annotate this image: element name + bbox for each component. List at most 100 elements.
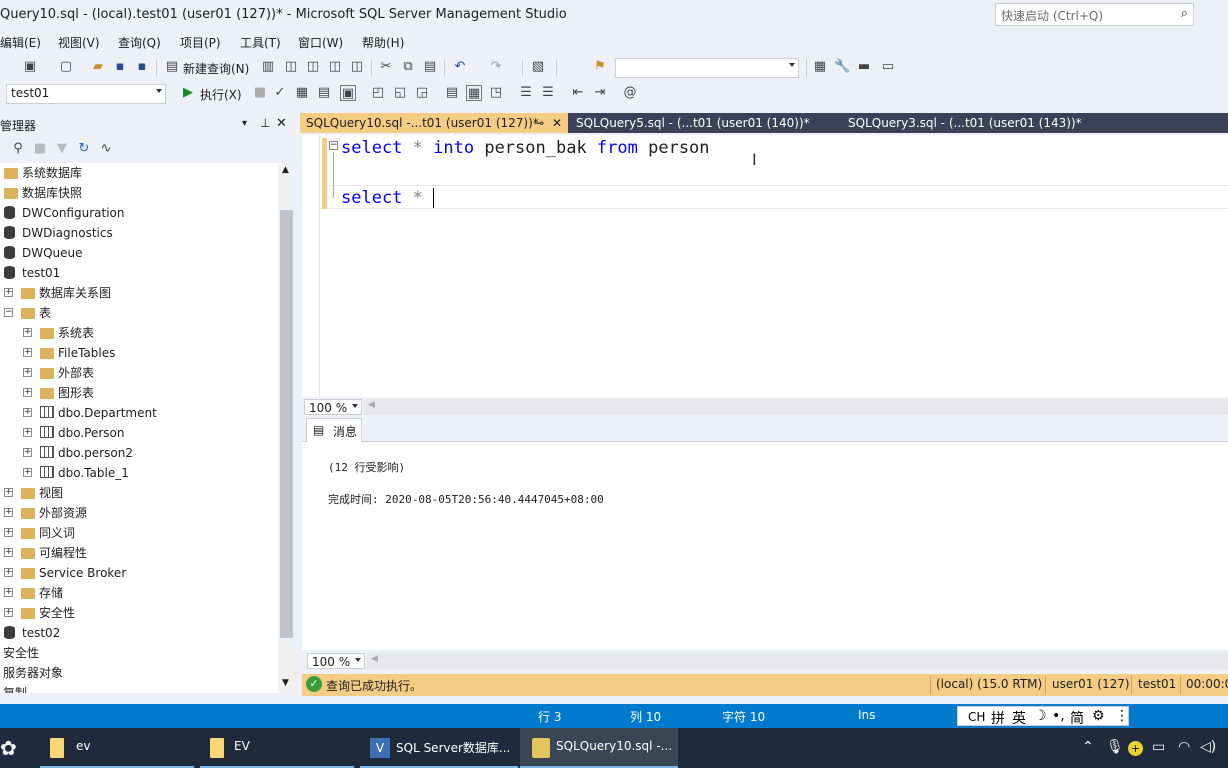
results-zoom-select[interactable]: 100 %	[307, 653, 365, 669]
query-designer-icon[interactable]: ▤	[316, 85, 332, 101]
live-stats-icon[interactable]: ◱	[392, 85, 408, 101]
dropdown-icon[interactable]: ▾	[242, 118, 247, 129]
editor-zoom-select[interactable]: 100 %	[304, 399, 362, 415]
activity-icon[interactable]: ∿	[98, 141, 114, 157]
results-text-icon[interactable]: ▤	[444, 85, 460, 101]
comment-icon[interactable]: ☰	[518, 85, 534, 101]
new-query-icon[interactable]: ▤	[164, 59, 180, 75]
expand-icon[interactable]: +	[4, 608, 13, 617]
filter-icon[interactable]: ▼	[54, 141, 70, 157]
find-combo[interactable]	[615, 58, 799, 78]
quick-launch-input[interactable]: 快速启动 (Ctrl+Q) ⌕	[995, 3, 1194, 26]
include-plan-icon[interactable]: ◰	[370, 85, 386, 101]
ime-pinyin[interactable]: 拼	[991, 708, 1005, 728]
ime-moon-icon[interactable]: ☽	[1034, 708, 1047, 724]
execute-icon[interactable]: ▶	[180, 85, 196, 101]
pin-icon[interactable]: ⊸	[534, 113, 544, 133]
parse-icon[interactable]: ✓	[272, 85, 288, 101]
specify-values-icon[interactable]: @	[622, 85, 638, 101]
ime-more[interactable]: ⋮	[1115, 708, 1129, 724]
editor-horizontal-scrollbar[interactable]: ◀	[364, 399, 1228, 415]
toolbox-icon[interactable]: ▬	[856, 59, 872, 75]
intellisense-icon[interactable]: ▣	[340, 85, 356, 101]
menu-edit[interactable]: 编辑(E)	[0, 34, 41, 51]
expand-icon[interactable]: +	[4, 288, 13, 297]
expand-icon[interactable]: +	[4, 548, 13, 557]
expand-icon[interactable]: +	[23, 408, 32, 417]
expand-icon[interactable]: +	[4, 528, 13, 537]
taskbar-item-ssms[interactable]: SQLQuery10.sql -...	[520, 728, 678, 768]
dmx-query-icon[interactable]: ◫	[305, 59, 321, 75]
console-icon[interactable]: ▭	[880, 59, 896, 75]
taskbar-item-ev[interactable]: ev	[40, 728, 194, 768]
menu-query[interactable]: 查询(Q)	[118, 34, 161, 51]
start-icon[interactable]: ✿	[0, 736, 17, 760]
taskbar-item-sqlserver[interactable]: V SQL Server数据库...	[360, 728, 518, 768]
wifi-icon[interactable]: ◠	[1178, 739, 1190, 755]
ime-ch[interactable]: CH	[968, 710, 985, 724]
tab-messages[interactable]: ▤ 消息	[306, 418, 362, 442]
ime-english[interactable]: 英	[1012, 708, 1026, 728]
pin-icon[interactable]: ⊥	[260, 116, 270, 130]
open-file-icon[interactable]: ▰	[90, 59, 106, 75]
expand-icon[interactable]: +	[4, 508, 13, 517]
indent-icon[interactable]: ⇥	[592, 85, 608, 101]
mdx-query-icon[interactable]: ◫	[283, 59, 299, 75]
expand-icon[interactable]: +	[23, 368, 32, 377]
paste-icon[interactable]: ▤	[422, 59, 438, 75]
taskbar-item-EV[interactable]: EV	[200, 728, 354, 768]
expand-icon[interactable]: +	[4, 588, 13, 597]
new-project-icon[interactable]: ▣	[22, 59, 38, 75]
battery-icon[interactable]: ▭	[1152, 739, 1165, 755]
scroll-thumb[interactable]	[280, 210, 293, 638]
refresh-icon[interactable]: ↻	[76, 141, 92, 157]
redo-icon[interactable]: ↷	[488, 59, 504, 75]
results-file-icon[interactable]: ◳	[488, 85, 504, 101]
activity-monitor-icon[interactable]: ▧	[530, 59, 546, 75]
microphone-icon[interactable]: 🎙	[1106, 739, 1124, 755]
tab-sqlquery10[interactable]: SQLQuery10.sql -...t01 (user01 (127))* ⊸…	[300, 113, 568, 133]
cut-icon[interactable]: ✂	[378, 59, 394, 75]
menu-project[interactable]: 项目(P)	[180, 34, 221, 51]
expand-icon[interactable]: +	[4, 488, 13, 497]
display-plan-icon[interactable]: ▦	[294, 85, 310, 101]
new-query-button[interactable]: 新建查询(N)	[183, 60, 249, 77]
plus-icon[interactable]: +	[1128, 741, 1143, 756]
xmla-query-icon[interactable]: ◫	[327, 59, 343, 75]
outdent-icon[interactable]: ⇤	[570, 85, 586, 101]
collapse-icon[interactable]: −	[4, 308, 13, 317]
expand-icon[interactable]: +	[23, 328, 32, 337]
menu-window[interactable]: 窗口(W)	[298, 34, 343, 51]
properties-icon[interactable]: 🔧	[834, 59, 850, 75]
expand-icon[interactable]: +	[23, 388, 32, 397]
object-explorer-scrollbar[interactable]: ▲ ▼	[278, 163, 295, 693]
sql-editor[interactable]	[302, 135, 1228, 397]
menu-help[interactable]: 帮助(H)	[362, 34, 404, 51]
collapse-icon[interactable]: −	[329, 141, 338, 150]
dax-query-icon[interactable]: ◫	[349, 59, 365, 75]
connect-icon[interactable]: ⚲	[10, 141, 26, 157]
scroll-down-icon[interactable]: ▼	[282, 678, 289, 688]
results-horizontal-scrollbar[interactable]: ◀	[367, 653, 1228, 669]
expand-icon[interactable]: +	[4, 568, 13, 577]
save-icon[interactable]: ▪	[112, 59, 128, 75]
expand-icon[interactable]: +	[23, 428, 32, 437]
add-item-icon[interactable]: ▢	[58, 59, 74, 75]
ime-simplified[interactable]: 简	[1070, 708, 1084, 728]
undo-icon[interactable]: ↶	[452, 59, 468, 75]
scroll-left-icon[interactable]: ◀	[371, 654, 378, 664]
close-icon[interactable]: ✕	[276, 116, 287, 131]
database-select[interactable]: test01	[6, 84, 166, 104]
solution-explorer-icon[interactable]: ▦	[812, 59, 828, 75]
copy-icon[interactable]: ⧉	[400, 59, 416, 75]
close-icon[interactable]: ✕	[552, 113, 562, 133]
scroll-left-icon[interactable]: ◀	[368, 400, 375, 410]
stop-icon[interactable]: ■	[32, 141, 48, 157]
gear-icon[interactable]: ⚙	[1092, 708, 1105, 724]
ime-punct[interactable]: •,	[1052, 708, 1065, 724]
client-stats-icon[interactable]: ◲	[414, 85, 430, 101]
execute-button[interactable]: 执行(X)	[200, 86, 242, 103]
results-grid-icon[interactable]: ▦	[466, 85, 482, 101]
volume-icon[interactable]: ◁)	[1200, 739, 1216, 755]
menu-tools[interactable]: 工具(T)	[240, 34, 281, 51]
